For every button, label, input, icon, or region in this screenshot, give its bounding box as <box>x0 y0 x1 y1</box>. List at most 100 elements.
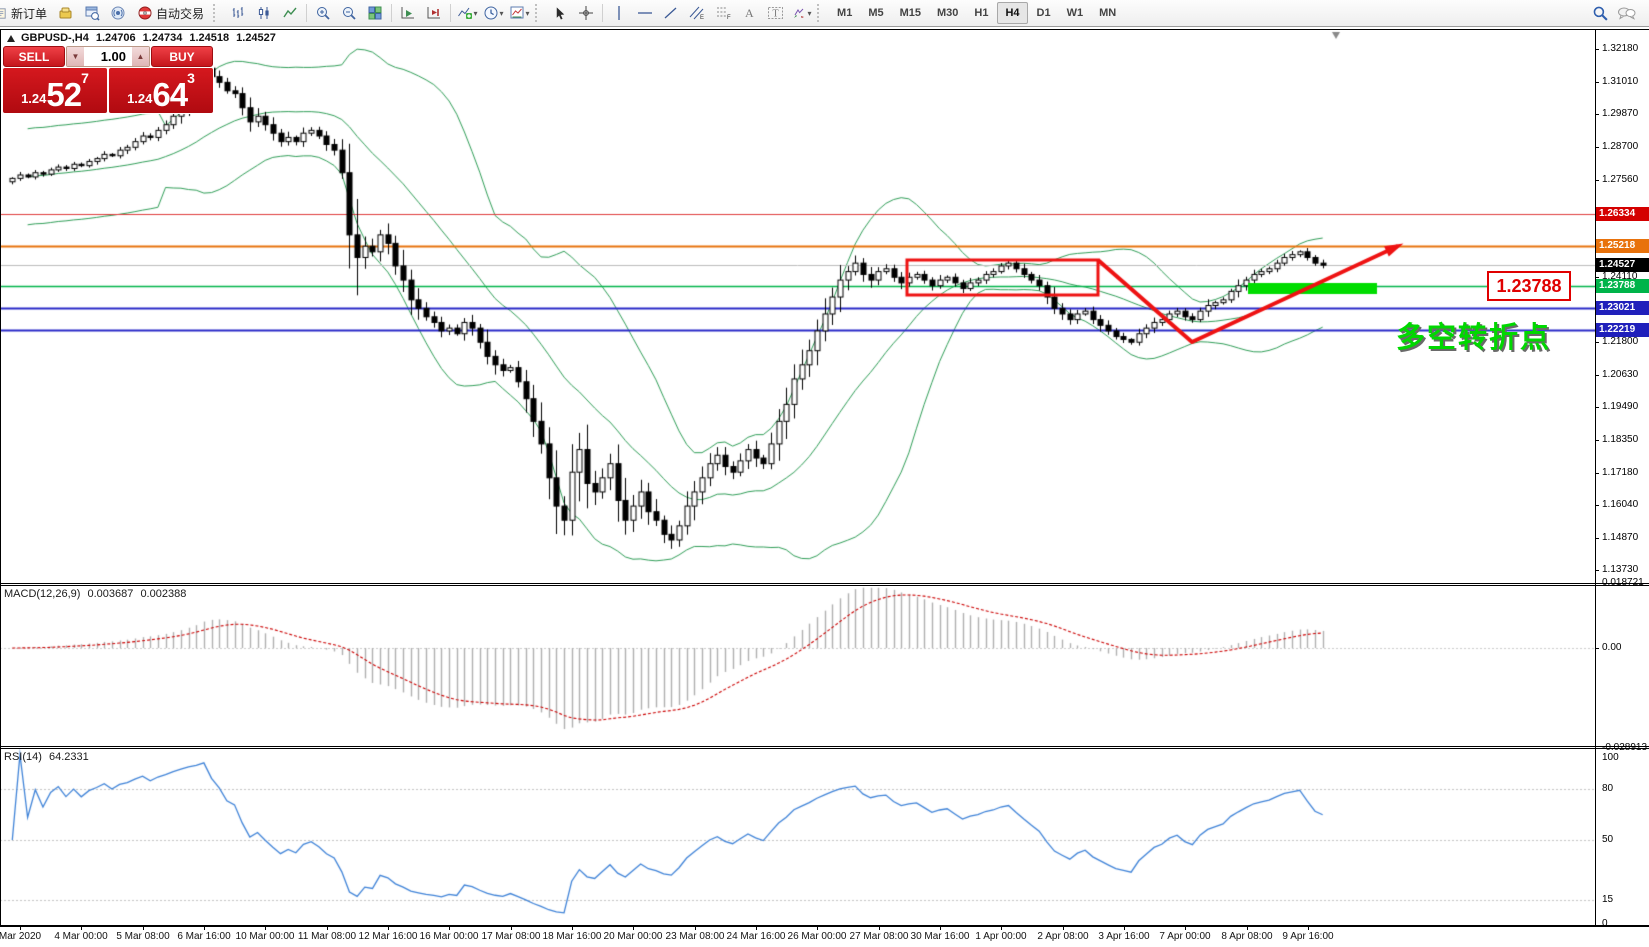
time-tick-mark <box>572 926 573 930</box>
rsi-axis-label: 100 <box>1602 752 1619 763</box>
price-level-tag: 1.23788 <box>1596 279 1649 293</box>
time-tick-mark <box>20 926 21 930</box>
chat-button[interactable] <box>1614 2 1638 24</box>
equidistant-channel-button[interactable]: E <box>685 2 709 24</box>
horizontal-line-button[interactable] <box>633 2 657 24</box>
gold-box-icon <box>58 5 74 21</box>
time-axis-label: 8 Apr 08:00 <box>1221 931 1272 942</box>
line-chart-icon <box>282 5 298 21</box>
template-icon <box>509 5 525 21</box>
arrows-button[interactable]: ▾ <box>789 2 813 24</box>
chat-bubbles-icon <box>1617 5 1636 22</box>
volume-decrease-button[interactable]: ▼ <box>67 47 84 66</box>
price-level-tag: 1.23021 <box>1596 301 1649 315</box>
sell-price-button[interactable]: 1.24 52 7 <box>3 68 107 113</box>
tile-windows-button[interactable] <box>363 2 387 24</box>
price-tick-mark <box>1595 538 1599 539</box>
pane-splitter[interactable] <box>0 583 1649 584</box>
buy-price-button[interactable]: 1.24 64 3 <box>109 68 213 113</box>
time-tick-mark <box>1308 926 1309 930</box>
rsi-label: RSI(14) <box>4 751 42 763</box>
toolbar: 新订单 自动交易 ▾ ▾ ▾ E F A T ▾ <box>0 0 1649 27</box>
toolbar-separator <box>602 4 603 22</box>
tf-m15-button[interactable]: M15 <box>893 3 928 23</box>
macd-pane-canvas[interactable] <box>0 586 1595 746</box>
search-button[interactable] <box>1588 2 1612 24</box>
time-tick-mark <box>1001 926 1002 930</box>
gold-chart-button[interactable] <box>54 2 78 24</box>
auto-scroll-button[interactable] <box>396 2 420 24</box>
periods-button[interactable]: ▾ <box>481 2 505 24</box>
tf-h4-button[interactable]: H4 <box>997 2 1027 24</box>
candlestick-chart-icon <box>256 5 272 21</box>
pane-splitter[interactable] <box>0 585 1649 586</box>
toolbar-grip <box>817 4 826 22</box>
new-order-label: 新订单 <box>11 5 47 22</box>
volume-field[interactable]: 1.00 <box>84 47 132 66</box>
price-tick-label: 1.31010 <box>1602 76 1638 87</box>
templates-button[interactable]: ▾ <box>507 2 531 24</box>
bar-chart-icon <box>230 5 246 21</box>
autotrading-label: 自动交易 <box>156 5 204 22</box>
new-order-button[interactable]: 新订单 <box>0 2 52 24</box>
vertical-line-button[interactable] <box>607 2 631 24</box>
tf-m1-button[interactable]: M1 <box>830 3 859 23</box>
time-tick-mark <box>633 926 634 930</box>
signal-button[interactable] <box>106 2 130 24</box>
pane-splitter[interactable] <box>0 746 1649 747</box>
tf-d1-button[interactable]: D1 <box>1030 3 1058 23</box>
zoom-in-button[interactable] <box>311 2 335 24</box>
time-axis-label: 6 Mar 16:00 <box>177 931 230 942</box>
tile-windows-icon <box>367 5 383 21</box>
tf-mn-button[interactable]: MN <box>1092 3 1123 23</box>
tf-m30-button[interactable]: M30 <box>930 3 965 23</box>
text-icon: A <box>742 5 756 21</box>
toolbar-right-group <box>1587 2 1639 24</box>
channel-icon: E <box>689 5 706 21</box>
macd-tick-mark <box>1595 748 1599 749</box>
time-axis-label: 16 Mar 00:00 <box>420 931 479 942</box>
auto-scroll-icon <box>400 5 416 21</box>
zoom-out-button[interactable] <box>337 2 361 24</box>
tf-m5-button[interactable]: M5 <box>861 3 890 23</box>
time-tick-mark <box>756 926 757 930</box>
price-tick-label: 1.18350 <box>1602 434 1638 445</box>
trendline-button[interactable] <box>659 2 683 24</box>
indicators-button[interactable]: ▾ <box>455 2 479 24</box>
time-axis-label: 23 Mar 08:00 <box>666 931 725 942</box>
market-watch-button[interactable] <box>80 2 104 24</box>
time-tick-mark <box>1063 926 1064 930</box>
volume-increase-button[interactable]: ▲ <box>132 47 149 66</box>
fibonacci-button[interactable]: F <box>711 2 735 24</box>
pane-splitter[interactable] <box>0 748 1649 749</box>
price-tick-label: 1.16040 <box>1602 499 1638 510</box>
tf-h1-button[interactable]: H1 <box>967 3 995 23</box>
text-button[interactable]: A <box>737 2 761 24</box>
cursor-button[interactable] <box>548 2 572 24</box>
chart-shift-button[interactable] <box>422 2 446 24</box>
time-tick-mark <box>1247 926 1248 930</box>
crosshair-button[interactable] <box>574 2 598 24</box>
time-tick-mark <box>879 926 880 930</box>
sell-button[interactable]: SELL <box>3 46 65 67</box>
main-chart-canvas[interactable] <box>0 30 1595 583</box>
price-tick-mark <box>1595 114 1599 115</box>
price-axis-border <box>1595 30 1596 925</box>
line-chart-button[interactable] <box>278 2 302 24</box>
price-tick-label: 1.19490 <box>1602 401 1638 412</box>
price-tick-mark <box>1595 147 1599 148</box>
mt4-window: 新订单 自动交易 ▾ ▾ ▾ E F A T ▾ <box>0 0 1649 947</box>
dropdown-caret-icon: ▾ <box>474 9 478 18</box>
text-label-button[interactable]: T <box>763 2 787 24</box>
candlestick-chart-button[interactable] <box>252 2 276 24</box>
price-tick-label: 1.32180 <box>1602 43 1638 54</box>
price-tick-mark <box>1595 82 1599 83</box>
tf-w1-button[interactable]: W1 <box>1060 3 1091 23</box>
buy-price-prefix: 1.24 <box>127 91 152 106</box>
autotrading-button[interactable]: 自动交易 <box>132 2 209 24</box>
bar-chart-button[interactable] <box>226 2 250 24</box>
buy-button[interactable]: BUY <box>151 46 213 67</box>
rsi-pane-canvas[interactable] <box>0 749 1595 925</box>
time-tick-mark <box>1185 926 1186 930</box>
price-level-tag: 1.25218 <box>1596 239 1649 253</box>
